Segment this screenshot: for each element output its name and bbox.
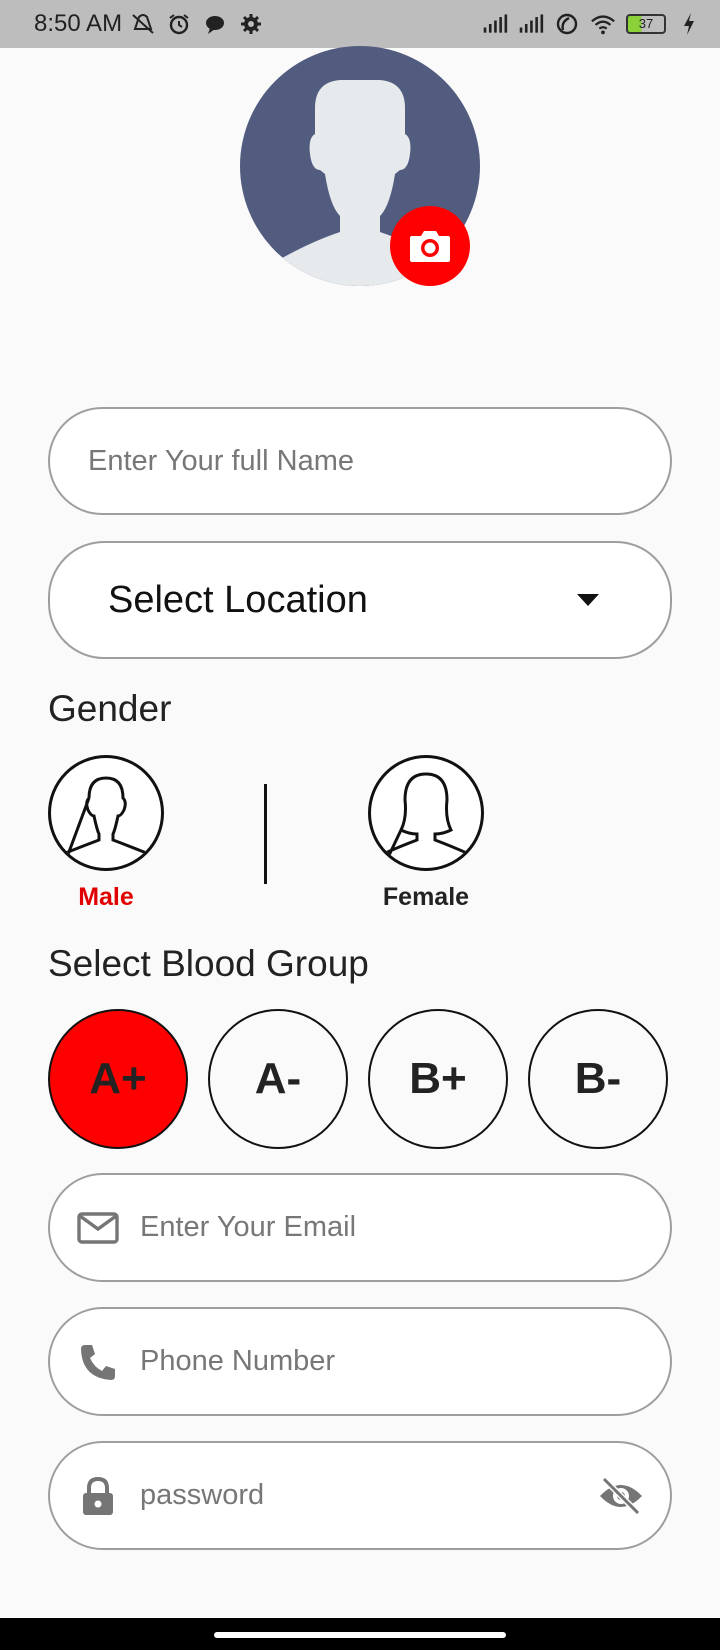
blood-group-a-positive[interactable]: A+ (48, 1009, 188, 1149)
password-input[interactable] (140, 1479, 598, 1512)
gender-label-female: Female (382, 883, 470, 911)
signal-icon (519, 14, 544, 33)
wifi-icon (591, 15, 615, 35)
battery-icon: 37 (626, 14, 666, 34)
email-input[interactable] (140, 1211, 670, 1244)
alarm-icon (169, 14, 189, 35)
password-field[interactable] (48, 1441, 672, 1550)
female-avatar[interactable] (368, 755, 484, 871)
location-label: Select Location (108, 578, 368, 621)
signal-icon (483, 14, 508, 33)
full-name-field[interactable] (48, 407, 672, 515)
full-name-input[interactable] (88, 444, 670, 478)
gender-heading: Gender (48, 688, 172, 729)
home-indicator[interactable] (214, 1632, 506, 1638)
email-field[interactable] (48, 1173, 672, 1282)
male-icon (61, 776, 151, 868)
gender-option-male[interactable]: Male (48, 755, 164, 912)
gender-option-female[interactable]: Female (368, 755, 484, 912)
profile-photo (240, 46, 480, 286)
gear-icon (241, 14, 262, 34)
phone-field[interactable] (48, 1307, 672, 1416)
status-time: 8:50 AM (34, 10, 123, 37)
blood-group-b-positive[interactable]: B+ (368, 1009, 508, 1149)
gender-divider (264, 784, 267, 884)
gender-label-male: Male (78, 883, 134, 911)
email-icon (77, 1211, 119, 1244)
blood-group-a-negative[interactable]: A- (208, 1009, 348, 1149)
status-bar: 8:50 AM 37 (0, 0, 720, 48)
system-navigation-bar (0, 1618, 720, 1650)
male-avatar[interactable] (48, 755, 164, 871)
female-icon (381, 772, 471, 868)
dropdown-arrow-icon (577, 594, 599, 606)
charging-icon (684, 13, 694, 35)
phone-icon (81, 1344, 115, 1380)
phone-input[interactable] (140, 1345, 670, 1378)
chat-icon (206, 16, 225, 34)
lock-icon (83, 1476, 113, 1515)
camera-button[interactable] (390, 206, 470, 286)
location-dropdown[interactable]: Select Location (48, 541, 672, 659)
blood-group-heading: Select Blood Group (48, 943, 369, 984)
blood-group-b-negative[interactable]: B- (528, 1009, 668, 1149)
visibility-off-icon[interactable] (598, 1476, 644, 1516)
camera-icon (410, 231, 450, 262)
hotspot-icon (556, 13, 578, 35)
mute-icon (132, 14, 154, 34)
